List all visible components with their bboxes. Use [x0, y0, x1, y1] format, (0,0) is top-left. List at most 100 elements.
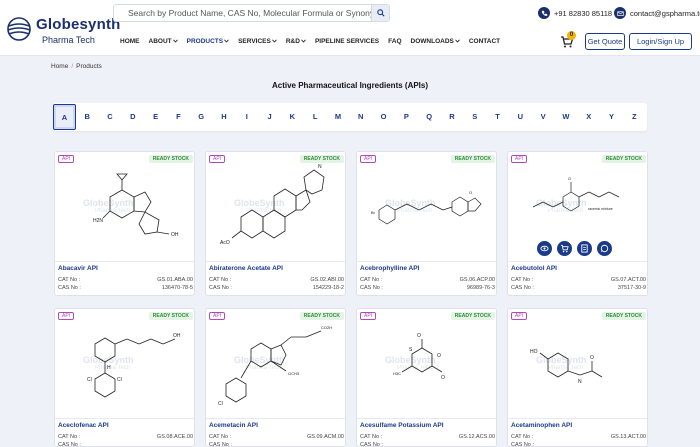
product-name[interactable]: Acebrophylline API: [360, 265, 419, 272]
cas-label: CAS No :: [511, 285, 534, 291]
product-structure-image[interactable]: API READY STOCK GlobeSynth Pharma Tech Orace…: [508, 152, 647, 262]
alphabet-letter-z[interactable]: Z: [623, 104, 646, 130]
alphabet-letter-q[interactable]: Q: [418, 104, 441, 130]
product-card[interactable]: API READY STOCK GlobeSynth Pharma Tech Br O Ac…: [356, 151, 497, 296]
nav-item-contact[interactable]: CONTACT: [469, 38, 500, 45]
product-name[interactable]: Acesulfame Potassium API: [360, 422, 444, 429]
alphabet-letter-x[interactable]: X: [577, 104, 600, 130]
brand-tagline: Pharma Tech: [42, 35, 95, 45]
alphabet-letter-g[interactable]: G: [190, 104, 213, 130]
chevron-down-icon: [172, 39, 178, 43]
product-card[interactable]: API READY STOCK GlobeSynth Pharma Tech Cl Cl O…: [54, 308, 195, 447]
alphabet-letter-y[interactable]: Y: [600, 104, 623, 130]
alphabet-letter-e[interactable]: E: [144, 104, 167, 130]
alphabet-letter-s[interactable]: S: [463, 104, 486, 130]
svg-text:O: O: [441, 375, 445, 381]
product-structure-image[interactable]: API READY STOCK GlobeSynth Pharma Tech HO N O: [508, 309, 647, 419]
alphabet-letter-f[interactable]: F: [167, 104, 190, 130]
alphabet-letter-v[interactable]: V: [532, 104, 555, 130]
breadcrumb-separator: /: [71, 63, 74, 70]
alphabet-letter-m[interactable]: M: [327, 104, 350, 130]
nav-item-about[interactable]: ABOUT: [149, 38, 178, 45]
document-button[interactable]: [577, 241, 592, 256]
nav-item-products[interactable]: PRODUCTS: [187, 38, 229, 45]
cat-label: CAT No :: [58, 277, 81, 283]
alphabet-letter-k[interactable]: K: [281, 104, 304, 130]
product-card[interactable]: API READY STOCK GlobeSynth Pharma Tech Orace…: [507, 151, 648, 296]
alphabet-letter-w[interactable]: W: [555, 104, 578, 130]
alphabet-letter-d[interactable]: D: [121, 104, 144, 130]
page-title: Active Pharmaceutical Ingredients (APIs): [271, 81, 429, 90]
ready-stock-badge: READY STOCK: [450, 312, 495, 320]
alphabet-letter-i[interactable]: I: [235, 104, 258, 130]
cat-label: CAT No :: [58, 434, 81, 440]
cat-label: CAT No :: [360, 434, 383, 440]
cart-button[interactable]: [557, 241, 572, 256]
view-button[interactable]: [537, 241, 552, 256]
alphabet-letter-c[interactable]: C: [99, 104, 122, 130]
whatsapp-icon: [600, 244, 609, 253]
alphabet-letter-h[interactable]: H: [213, 104, 236, 130]
molecule-structure-icon: HO N O: [530, 349, 603, 385]
alphabet-letter-t[interactable]: T: [486, 104, 509, 130]
product-name[interactable]: Acebutolol API: [511, 265, 557, 272]
search-input[interactable]: [114, 5, 372, 21]
product-structure-image[interactable]: API READY STOCK GlobeSynth Pharma Tech Br O: [357, 152, 496, 262]
cas-number: 136470-78-5: [161, 285, 193, 291]
alphabet-letter-a[interactable]: A: [53, 104, 76, 130]
search-icon: [376, 9, 385, 17]
alphabet-letter-b[interactable]: B: [76, 104, 99, 130]
brand-name: Globesynth: [36, 16, 121, 33]
product-structure-image[interactable]: API READY STOCK GlobeSynth Pharma Tech H2N OH: [55, 152, 194, 262]
alphabet-letter-r[interactable]: R: [441, 104, 464, 130]
cas-number: 96989-76-3: [466, 285, 495, 291]
breadcrumb-home[interactable]: Home: [51, 63, 68, 70]
alphabet-letter-o[interactable]: O: [372, 104, 395, 130]
product-name[interactable]: Acetaminophen API: [511, 422, 572, 429]
product-card[interactable]: API READY STOCK GlobeSynth Pharma Tech O S O H3…: [356, 308, 497, 447]
product-structure-image[interactable]: API READY STOCK GlobeSynth Pharma Tech Cl Cl O…: [55, 309, 194, 419]
product-name[interactable]: Abiraterone Acetate API: [209, 265, 283, 272]
nav-item-pipeline-services[interactable]: PIPELINE SERVICES: [315, 38, 379, 45]
phone-contact[interactable]: +91 82830 85118: [538, 6, 612, 20]
product-structure-image[interactable]: API READY STOCK GlobeSynth Pharma Tech N AcO: [206, 152, 345, 262]
nav-item-services[interactable]: SERVICES: [238, 38, 277, 45]
product-card[interactable]: API READY STOCK GlobeSynth Pharma Tech H2N OH…: [54, 151, 195, 296]
brand-logo[interactable]: Globesynth Pharma Tech: [6, 8, 120, 48]
nav-item-faq[interactable]: FAQ: [388, 38, 401, 45]
nav-item-r-d[interactable]: R&D: [286, 38, 306, 45]
breadcrumb-current: Products: [76, 63, 102, 70]
cat-label: CAT No :: [360, 277, 383, 283]
alphabet-letter-n[interactable]: N: [349, 104, 372, 130]
alphabet-letter-l[interactable]: L: [304, 104, 327, 130]
globe-logo-icon: [7, 17, 31, 41]
product-card[interactable]: API READY STOCK GlobeSynth Pharma Tech N AcO A…: [205, 151, 346, 296]
svg-text:OCH3: OCH3: [288, 371, 300, 376]
quick-actions: [537, 241, 612, 256]
product-structure-image[interactable]: API READY STOCK GlobeSynth Pharma Tech O S O H3…: [357, 309, 496, 419]
nav-item-home[interactable]: HOME: [120, 38, 140, 45]
alphabet-letter-u[interactable]: U: [509, 104, 532, 130]
cat-number: GS.02.ABI.00: [310, 277, 344, 283]
search-button[interactable]: [371, 5, 389, 21]
mail-icon: [614, 7, 626, 19]
email-contact[interactable]: contact@gspharma.tech: [614, 6, 700, 20]
svg-text:Cl: Cl: [218, 401, 223, 407]
product-name[interactable]: Acemetacin API: [209, 422, 258, 429]
chevron-down-icon: [272, 39, 277, 43]
alphabet-letter-p[interactable]: P: [395, 104, 418, 130]
whatsapp-button[interactable]: [597, 241, 612, 256]
get-quote-button[interactable]: Get Quote: [585, 33, 625, 50]
alphabet-letter-j[interactable]: J: [258, 104, 281, 130]
svg-text:H2N: H2N: [93, 218, 103, 224]
site-header: Globesynth Pharma Tech +91 82830 85118 c…: [0, 0, 700, 56]
product-name[interactable]: Aceclofenac API: [58, 422, 109, 429]
nav-item-downloads[interactable]: DOWNLOADS: [411, 38, 460, 45]
product-card[interactable]: API READY STOCK GlobeSynth Pharma Tech Cl CO2…: [205, 308, 346, 447]
ready-stock-badge: READY STOCK: [601, 312, 646, 320]
product-name[interactable]: Abacavir API: [58, 265, 98, 272]
login-signup-button[interactable]: Login/Sign Up: [629, 33, 692, 50]
product-structure-image[interactable]: API READY STOCK GlobeSynth Pharma Tech Cl CO2…: [206, 309, 345, 419]
product-card[interactable]: API READY STOCK GlobeSynth Pharma Tech HO N O A…: [507, 308, 648, 447]
cas-number: 37517-30-9: [617, 285, 646, 291]
